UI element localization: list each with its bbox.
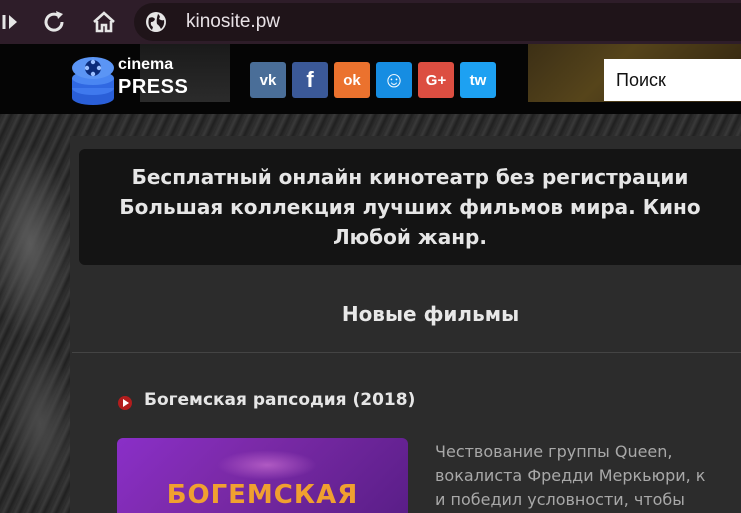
logo-text-cinema: cinema: [118, 56, 174, 73]
section-divider: [72, 352, 741, 353]
movie-title-link[interactable]: Богемская рапсодия (2018): [144, 390, 415, 410]
twitter-icon[interactable]: tw: [460, 62, 496, 98]
poster-title-text: БОГЕМСКАЯ: [166, 480, 359, 510]
site-description-box: Бесплатный онлайн кинотеатр без регистра…: [79, 149, 741, 265]
play-bullet-icon: [118, 396, 132, 410]
moimir-icon[interactable]: ☺: [376, 62, 412, 98]
poster-artwork: [217, 450, 317, 480]
description-line-1: Бесплатный онлайн кинотеатр без регистра…: [131, 165, 689, 189]
address-bar[interactable]: kinosite.pw: [134, 3, 741, 41]
search-input[interactable]: [604, 59, 741, 101]
movie-description: Чествование группы Queen, вокалиста Фред…: [435, 440, 741, 512]
odnoklassniki-icon[interactable]: ok: [334, 62, 370, 98]
movie-description-line: Чествование группы Queen,: [435, 442, 673, 461]
vk-icon[interactable]: vk: [250, 62, 286, 98]
logo-text-press: PRESS: [118, 76, 189, 98]
reload-icon[interactable]: [40, 8, 68, 36]
section-title-new-movies: Новые фильмы: [341, 302, 520, 326]
site-info-icon[interactable]: [144, 10, 168, 34]
facebook-icon[interactable]: f: [292, 62, 328, 98]
site-logo[interactable]: cinema PRESS: [70, 54, 188, 106]
googleplus-icon[interactable]: G+: [418, 62, 454, 98]
movie-poster[interactable]: БОГЕМСКАЯ: [117, 438, 408, 513]
browser-toolbar: kinosite.pw: [0, 0, 741, 44]
site-header: cinema PRESS vk f ok ☺ G+ tw: [0, 44, 741, 114]
movie-description-line: вокалиста Фредди Меркьюри, к: [435, 466, 706, 485]
home-icon[interactable]: [90, 8, 118, 36]
description-line-2: Большая коллекция лучших фильмов мира. К…: [119, 195, 701, 219]
url-text[interactable]: kinosite.pw: [186, 11, 280, 33]
film-reel-icon: [72, 57, 114, 105]
sidebar-toggle-icon[interactable]: [0, 8, 28, 36]
movie-description-line: и победил условности, чтобы: [435, 490, 685, 509]
description-line-3: Любой жанр.: [333, 225, 487, 249]
